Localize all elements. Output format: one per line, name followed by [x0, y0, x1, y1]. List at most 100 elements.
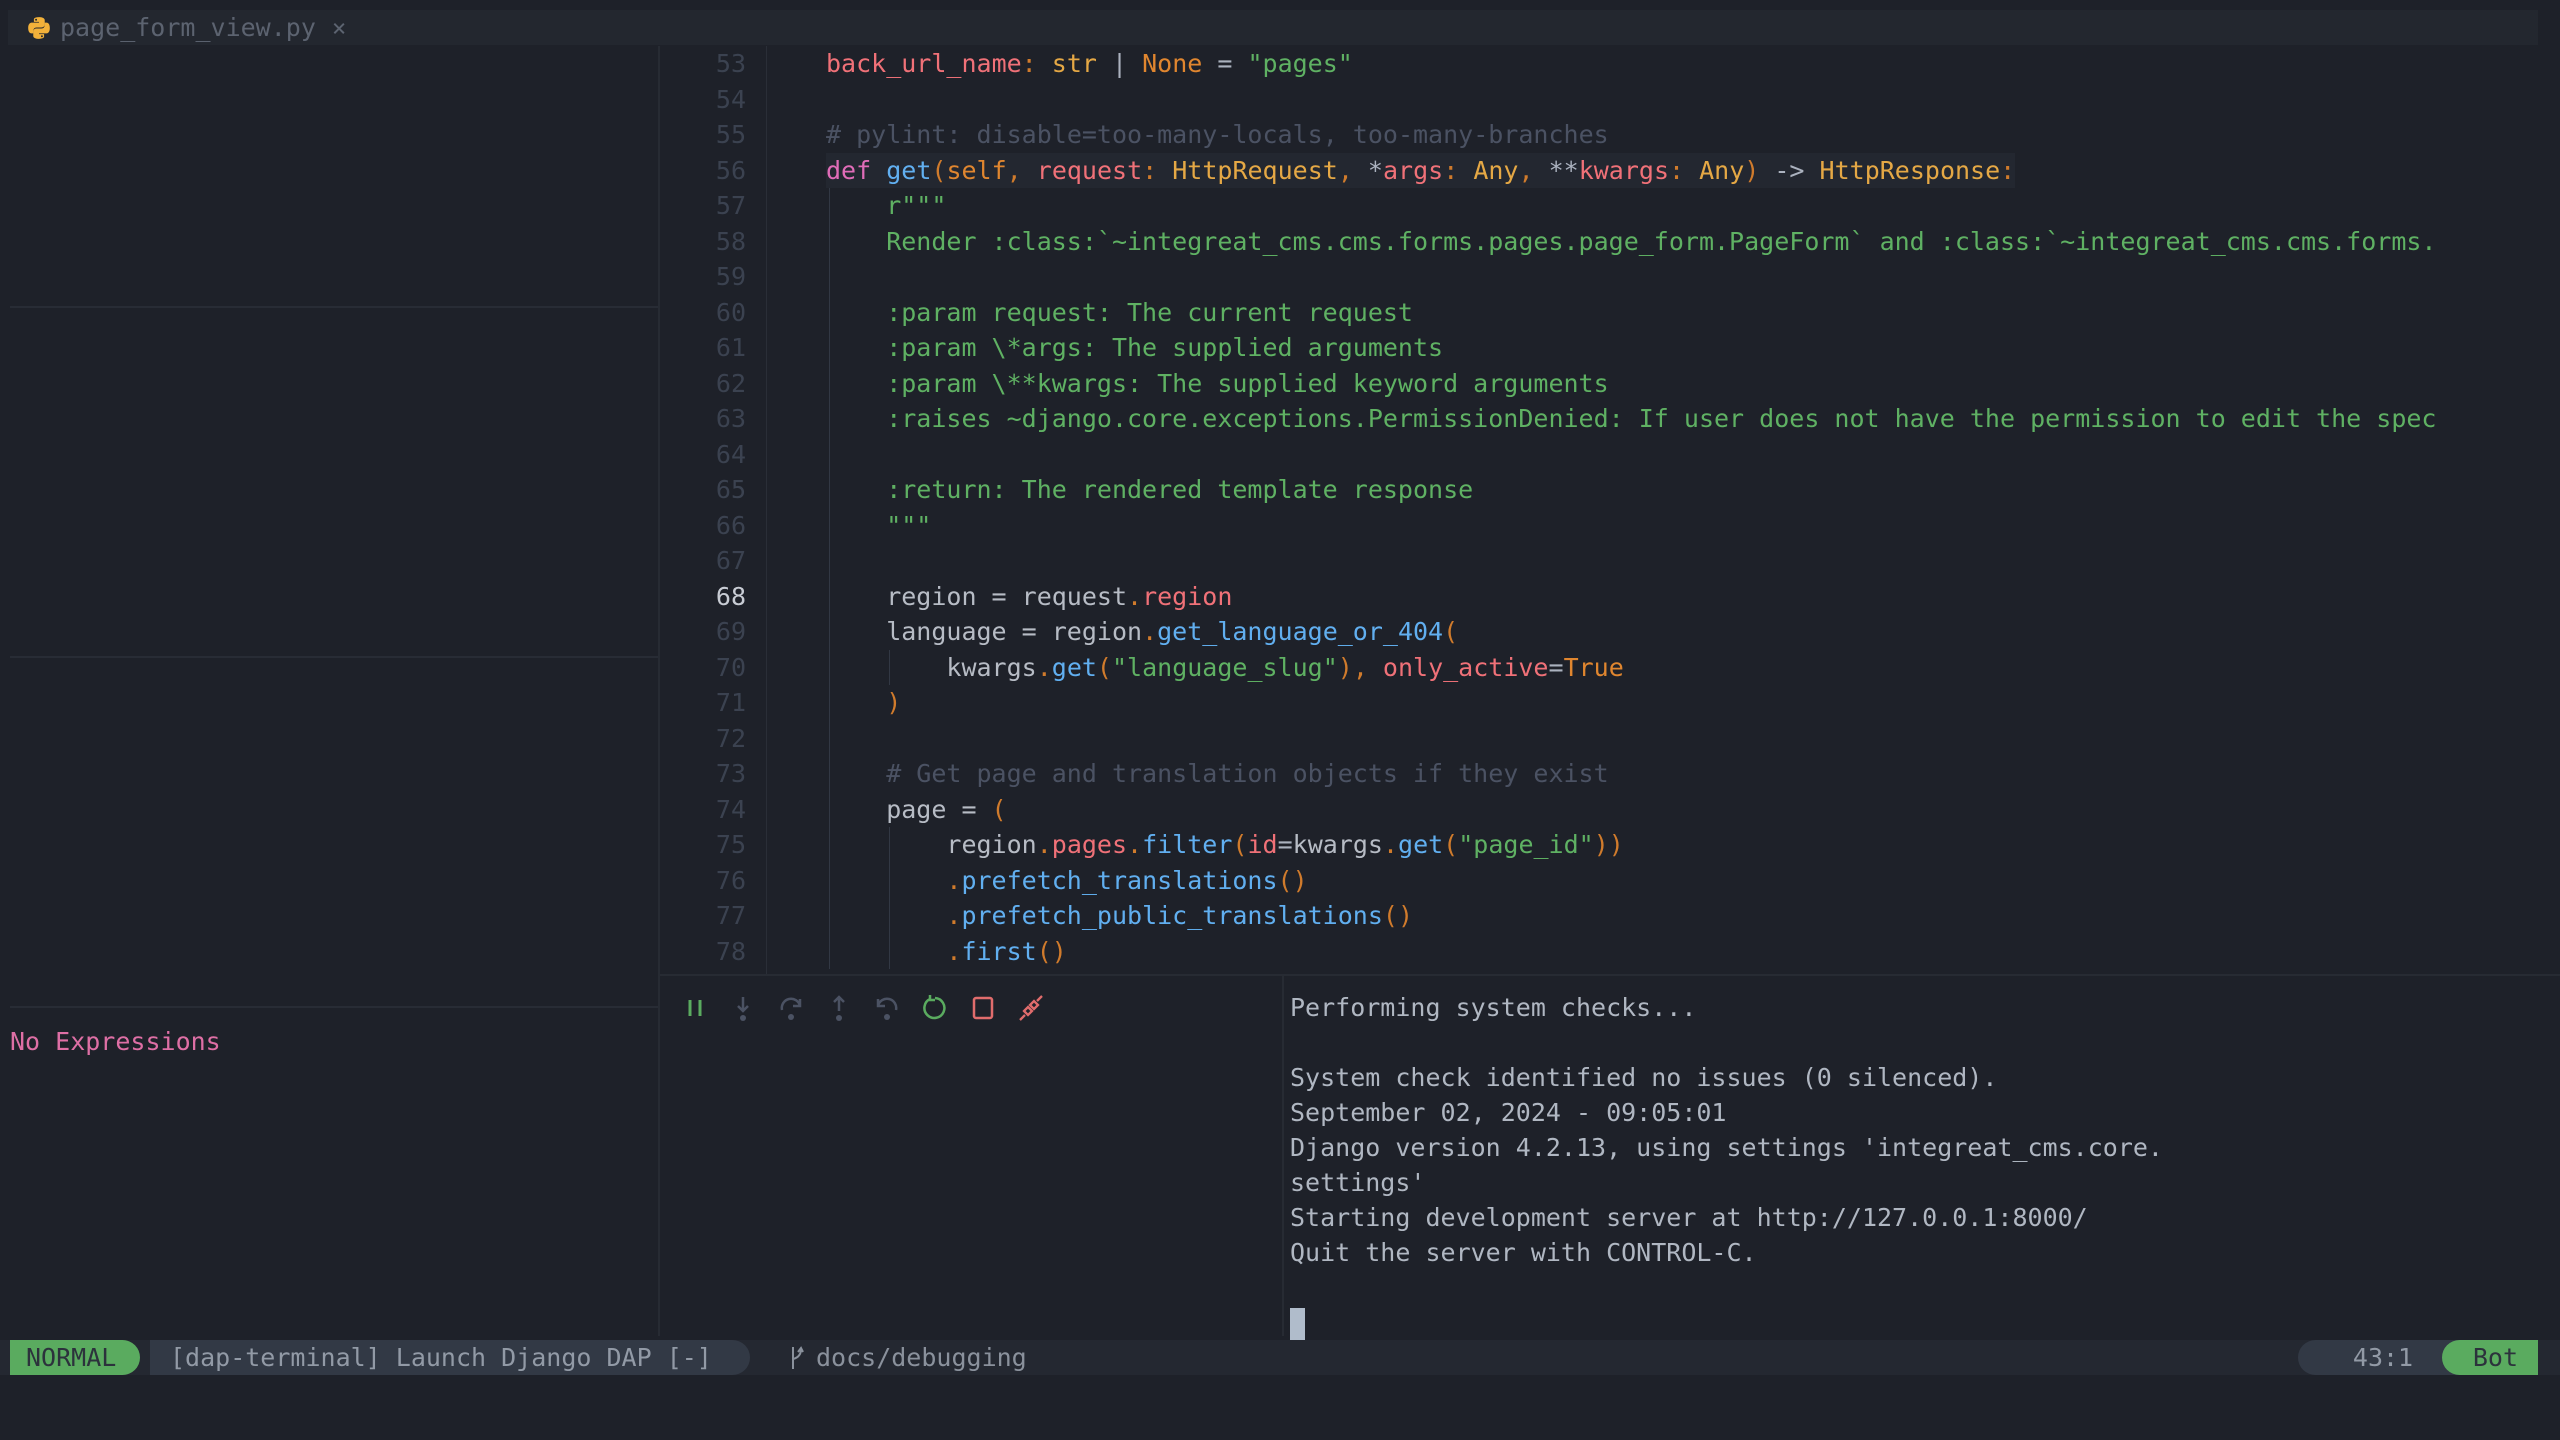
- code-line[interactable]: 57 r""": [660, 188, 2560, 224]
- code-line[interactable]: 77 .prefetch_public_translations(): [660, 898, 2560, 934]
- code-line[interactable]: 54: [660, 82, 2560, 117]
- close-icon[interactable]: ×: [332, 14, 346, 42]
- code-text: def get(self, request: HttpRequest, *arg…: [826, 152, 2016, 188]
- code-token: "page_id": [1458, 830, 1594, 859]
- code-line[interactable]: 76 .prefetch_translations(): [660, 862, 2560, 898]
- code-line[interactable]: 78 .first(): [660, 933, 2560, 969]
- code-line[interactable]: 70 kwargs.get("language_slug"), only_acti…: [660, 649, 2560, 685]
- code-token: :param \*args: The supplied arguments: [886, 333, 1444, 362]
- code-text: :param \*args: The supplied arguments: [886, 330, 1443, 365]
- code-line[interactable]: 63 :raises ~django.core.exceptions.Permis…: [660, 401, 2560, 437]
- line-number: 53: [715, 49, 746, 78]
- code-token: :: [1021, 49, 1052, 78]
- code-token: (: [1443, 617, 1459, 646]
- code-line[interactable]: 68 region = request.region: [660, 578, 2560, 614]
- code-token: only_active: [1382, 652, 1549, 682]
- code-token: :return: The rendered template response: [886, 475, 1474, 504]
- code-token: :: [1443, 155, 1474, 185]
- stop-button[interactable]: [968, 993, 998, 1023]
- indent-guide: [829, 436, 830, 472]
- indent-guide: [829, 507, 830, 543]
- tab-page-form-view[interactable]: page_form_view.py ×: [26, 10, 346, 45]
- code-line[interactable]: 74 page = (: [660, 791, 2560, 827]
- code-line[interactable]: 71): [660, 685, 2560, 721]
- step-back-button[interactable]: [872, 993, 902, 1023]
- code-line[interactable]: 59: [660, 259, 2560, 295]
- line-number: 77: [715, 901, 746, 930]
- code-token: ,: [1518, 155, 1549, 185]
- line-number: 64: [715, 439, 746, 469]
- watches-empty-text: No Expressions: [10, 1027, 221, 1056]
- code-token: region: [1142, 581, 1233, 611]
- code-line[interactable]: 60:param request: The current request: [660, 294, 2560, 330]
- terminal-line: System check identified no issues (0 sil…: [1290, 1063, 1998, 1092]
- code-token: r""": [886, 191, 947, 220]
- step-out-icon: [833, 995, 845, 1021]
- code-line[interactable]: 72: [660, 720, 2560, 756]
- terminal-prompt[interactable]: [1290, 1305, 2163, 1341]
- line-number: 62: [715, 368, 746, 398]
- line-number: 75: [715, 830, 746, 859]
- code-text: Render :class:`~integreat_cms.cms.forms.…: [886, 224, 2436, 259]
- code-line[interactable]: 58 Render :class:`~integreat_cms.cms.form…: [660, 223, 2560, 259]
- indent-guide: [829, 365, 830, 401]
- code-token: kwargs: [1578, 155, 1669, 185]
- code-text: r""": [886, 188, 946, 223]
- code-line[interactable]: 53 back_url_name: str | None = "pages": [660, 46, 2560, 81]
- horizontal-split[interactable]: [660, 974, 2560, 976]
- code-line[interactable]: 69 language = region.get_language_or_404(: [660, 614, 2560, 650]
- statusline: NORMAL [dap-terminal] Launch Django DAP …: [0, 1340, 2560, 1375]
- code-token: ,: [1337, 155, 1368, 185]
- code-line[interactable]: 73 # Get page and translation objects if …: [660, 756, 2560, 792]
- dap-terminal[interactable]: Performing system checks... System check …: [1290, 990, 2163, 1341]
- step-out-button[interactable]: [824, 993, 854, 1023]
- step-over-button[interactable]: [776, 993, 806, 1023]
- indent-guide: [829, 685, 830, 721]
- code-line[interactable]: 75 region.pages.filter(id=kwargs.get("pag…: [660, 827, 2560, 863]
- terminal-split[interactable]: [1282, 976, 1284, 1336]
- code-token: :: [1669, 155, 1700, 185]
- panel-divider: [10, 1006, 658, 1008]
- indent-guide: [829, 259, 830, 295]
- code-token: HttpRequest: [1172, 155, 1338, 185]
- restart-button[interactable]: [920, 993, 950, 1023]
- code-line[interactable]: 64: [660, 436, 2560, 472]
- code-token: .: [1036, 830, 1052, 859]
- code-token: Any: [1699, 155, 1745, 185]
- indent-guide: [829, 933, 830, 969]
- line-number: 76: [715, 865, 746, 895]
- pause-button[interactable]: [680, 993, 710, 1023]
- code-token: .: [946, 865, 962, 895]
- code-token: filter: [1142, 830, 1233, 859]
- code-line[interactable]: 56 def get(self, request: HttpRequest, *a…: [660, 152, 2560, 188]
- code-token: =: [1202, 49, 1248, 78]
- git-branch: docs/debugging: [790, 1340, 1027, 1375]
- code-token: :: [1142, 155, 1173, 185]
- code-token: """: [886, 510, 932, 540]
- code-token: :raises ~django.core.exceptions.Permissi…: [886, 404, 2437, 433]
- code-line[interactable]: 62:param \**kwargs: The supplied keyword…: [660, 365, 2560, 401]
- code-token: kwargs: [946, 652, 1037, 682]
- code-token: =: [1277, 830, 1293, 859]
- code-line[interactable]: 67: [660, 543, 2560, 579]
- step-over-icon: [780, 997, 802, 1020]
- code-text: :param request: The current request: [886, 295, 1413, 330]
- code-token: get: [886, 155, 932, 185]
- disconnect-button[interactable]: [1016, 993, 1046, 1023]
- line-number: 68: [715, 581, 746, 611]
- code-line[interactable]: 61:param \*args: The supplied arguments: [660, 330, 2560, 366]
- code-line[interactable]: 66 """: [660, 507, 2560, 543]
- code-text: # Get page and translation objects if th…: [886, 756, 1608, 791]
- code-line[interactable]: 65:return: The rendered template respons…: [660, 472, 2560, 508]
- code-line[interactable]: 55 # pylint: disable=too-many-locals, too…: [660, 117, 2560, 152]
- code-token: # pylint: disable=too-many-locals, too-m…: [826, 120, 1609, 149]
- line-number: 63: [715, 404, 746, 433]
- step-into-button[interactable]: [728, 993, 758, 1023]
- code-token: prefetch_public_translations: [961, 901, 1383, 930]
- code-token: =: [1548, 652, 1564, 682]
- code-editor[interactable]: 53 back_url_name: str | None = "pages" 54 5…: [660, 46, 2560, 976]
- mode-indicator: NORMAL: [10, 1340, 141, 1375]
- code-token: .: [946, 936, 962, 966]
- code-token: (): [1036, 936, 1067, 966]
